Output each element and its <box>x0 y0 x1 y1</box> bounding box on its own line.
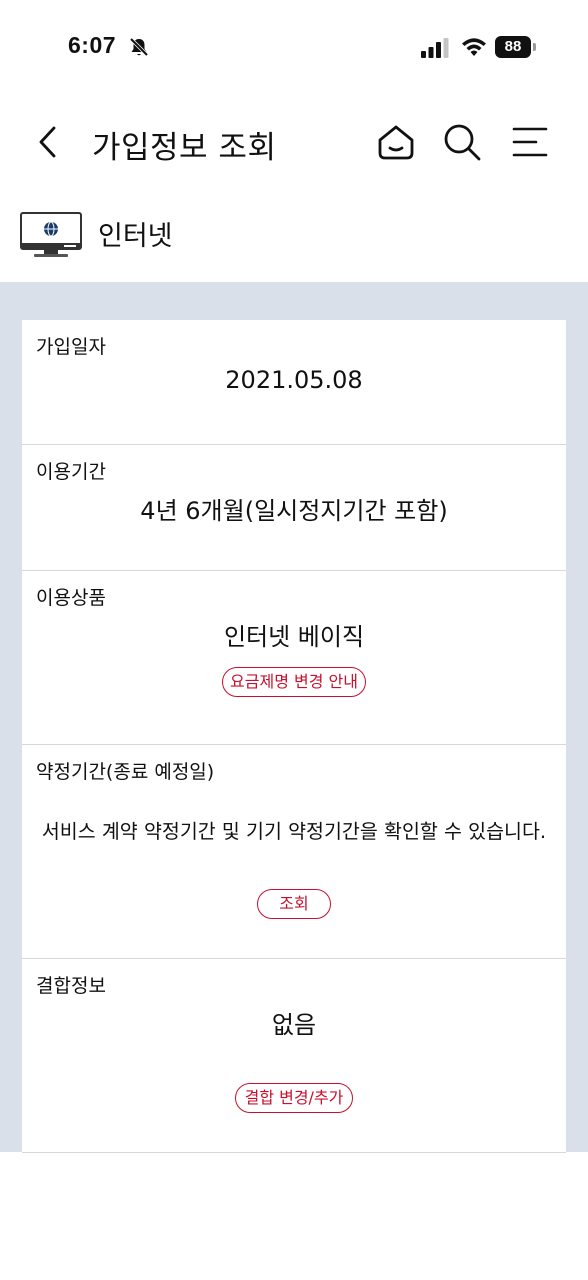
section-product: 이용상품 인터넷 베이직 요금제명 변경 안내 <box>22 571 566 745</box>
content-area: 가입일자 2021.05.08 이용기간 4년 6개월(일시정지기간 포함) 이… <box>0 282 588 1162</box>
home-icon[interactable] <box>376 124 416 160</box>
section-bundle: 결합정보 없음 결합 변경/추가 <box>22 959 566 1154</box>
usage-period-label: 이용기간 <box>36 461 106 483</box>
bundle-label: 결합정보 <box>36 975 106 997</box>
app-header: 가입정보 조회 <box>0 96 588 190</box>
bundle-change-button[interactable]: 결합 변경/추가 <box>235 1083 353 1113</box>
bell-mute-icon <box>129 37 149 57</box>
wifi-icon <box>462 38 486 56</box>
section-join-date: 가입일자 2021.05.08 <box>22 320 566 445</box>
service-row: 인터넷 <box>0 190 588 282</box>
service-name: 인터넷 <box>98 221 173 252</box>
page-title: 가입정보 조회 <box>92 130 277 166</box>
join-date-value: 2021.05.08 <box>225 366 363 394</box>
battery-level: 88 <box>495 36 531 58</box>
bundle-value: 없음 <box>271 1011 317 1039</box>
contract-description: 서비스 계약 약정기간 및 기기 약정기간을 확인할 수 있습니다. <box>41 820 547 843</box>
contract-label: 약정기간(종료 예정일) <box>36 761 215 783</box>
subscription-info-card: 가입일자 2021.05.08 이용기간 4년 6개월(일시정지기간 포함) 이… <box>22 320 566 1162</box>
monitor-icon <box>20 212 82 257</box>
join-date-label: 가입일자 <box>36 336 106 358</box>
bottom-divider <box>22 1152 566 1153</box>
contract-inquiry-button[interactable]: 조회 <box>257 889 331 919</box>
section-usage-period: 이용기간 4년 6개월(일시정지기간 포함) <box>22 445 566 571</box>
usage-period-value: 4년 6개월(일시정지기간 포함) <box>140 497 448 525</box>
product-label: 이용상품 <box>36 587 106 609</box>
bottom-area <box>0 1152 588 1280</box>
battery-tip <box>533 43 536 51</box>
plan-name-change-button[interactable]: 요금제명 변경 안내 <box>222 667 366 697</box>
back-icon[interactable] <box>34 124 64 160</box>
signal-icon <box>421 38 449 58</box>
section-contract: 약정기간(종료 예정일) 서비스 계약 약정기간 및 기기 약정기간을 확인할 … <box>22 745 566 959</box>
menu-icon[interactable] <box>510 126 548 158</box>
product-value: 인터넷 베이직 <box>223 623 365 651</box>
status-time: 6:07 <box>68 32 117 58</box>
search-icon[interactable] <box>442 122 482 162</box>
status-bar: 6:07 88 <box>0 0 588 96</box>
battery-indicator: 88 <box>495 36 537 58</box>
